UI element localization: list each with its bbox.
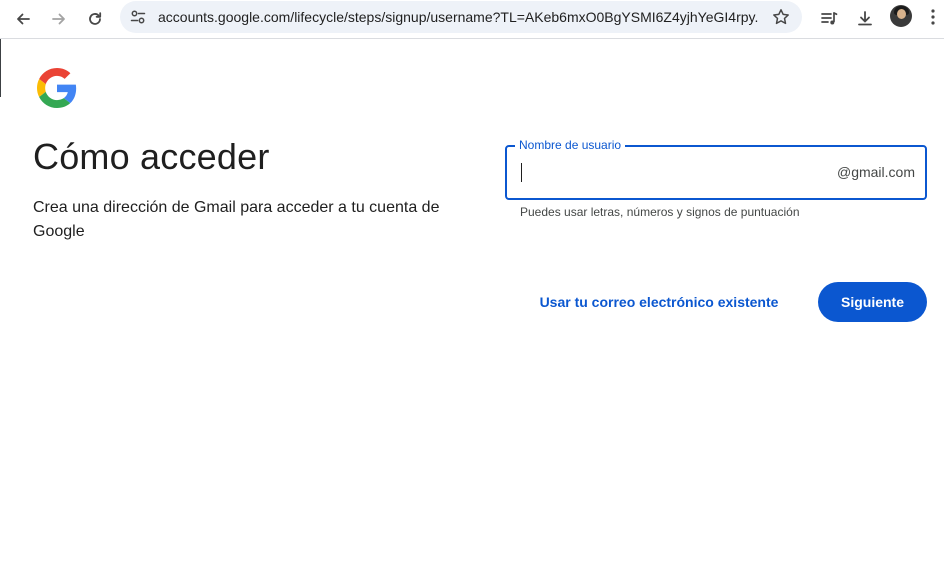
username-input[interactable]: [521, 147, 825, 200]
site-info-icon[interactable]: [130, 9, 146, 25]
avatar-face: [897, 9, 906, 19]
gmail-domain-suffix: @gmail.com: [836, 164, 915, 180]
back-icon: [17, 13, 30, 25]
menu-kebab-icon[interactable]: [930, 8, 936, 26]
page-subtitle: Crea una dirección de Gmail para acceder…: [33, 199, 440, 240]
username-helper-text: Puedes usar letras, números y signos de …: [520, 205, 800, 219]
back-button[interactable]: [8, 4, 38, 34]
url-text[interactable]: accounts.google.com/lifecycle/steps/sign…: [158, 1, 758, 33]
google-logo: [37, 68, 77, 108]
page-title: Cómo acceder: [33, 136, 270, 177]
text-caret: [521, 163, 522, 182]
username-field[interactable]: Nombre de usuario @gmail.com: [505, 138, 927, 200]
window-left-border: [0, 39, 1, 97]
address-bar[interactable]: accounts.google.com/lifecycle/steps/sign…: [120, 1, 802, 33]
reload-icon: [89, 12, 102, 25]
browser-toolbar: accounts.google.com/lifecycle/steps/sign…: [0, 0, 944, 39]
download-button[interactable]: [850, 4, 880, 34]
media-control-button[interactable]: [814, 4, 844, 34]
media-control-icon: [821, 12, 838, 25]
use-existing-email-button[interactable]: Usar tu correo electrónico existente: [530, 285, 788, 319]
reload-button[interactable]: [80, 4, 110, 34]
forward-icon: [52, 13, 65, 25]
download-icon: [858, 11, 872, 26]
profile-avatar[interactable]: [890, 5, 912, 27]
forward-button[interactable]: [44, 4, 74, 34]
next-button[interactable]: Siguiente: [818, 282, 927, 322]
bookmark-star-icon[interactable]: [772, 8, 790, 26]
